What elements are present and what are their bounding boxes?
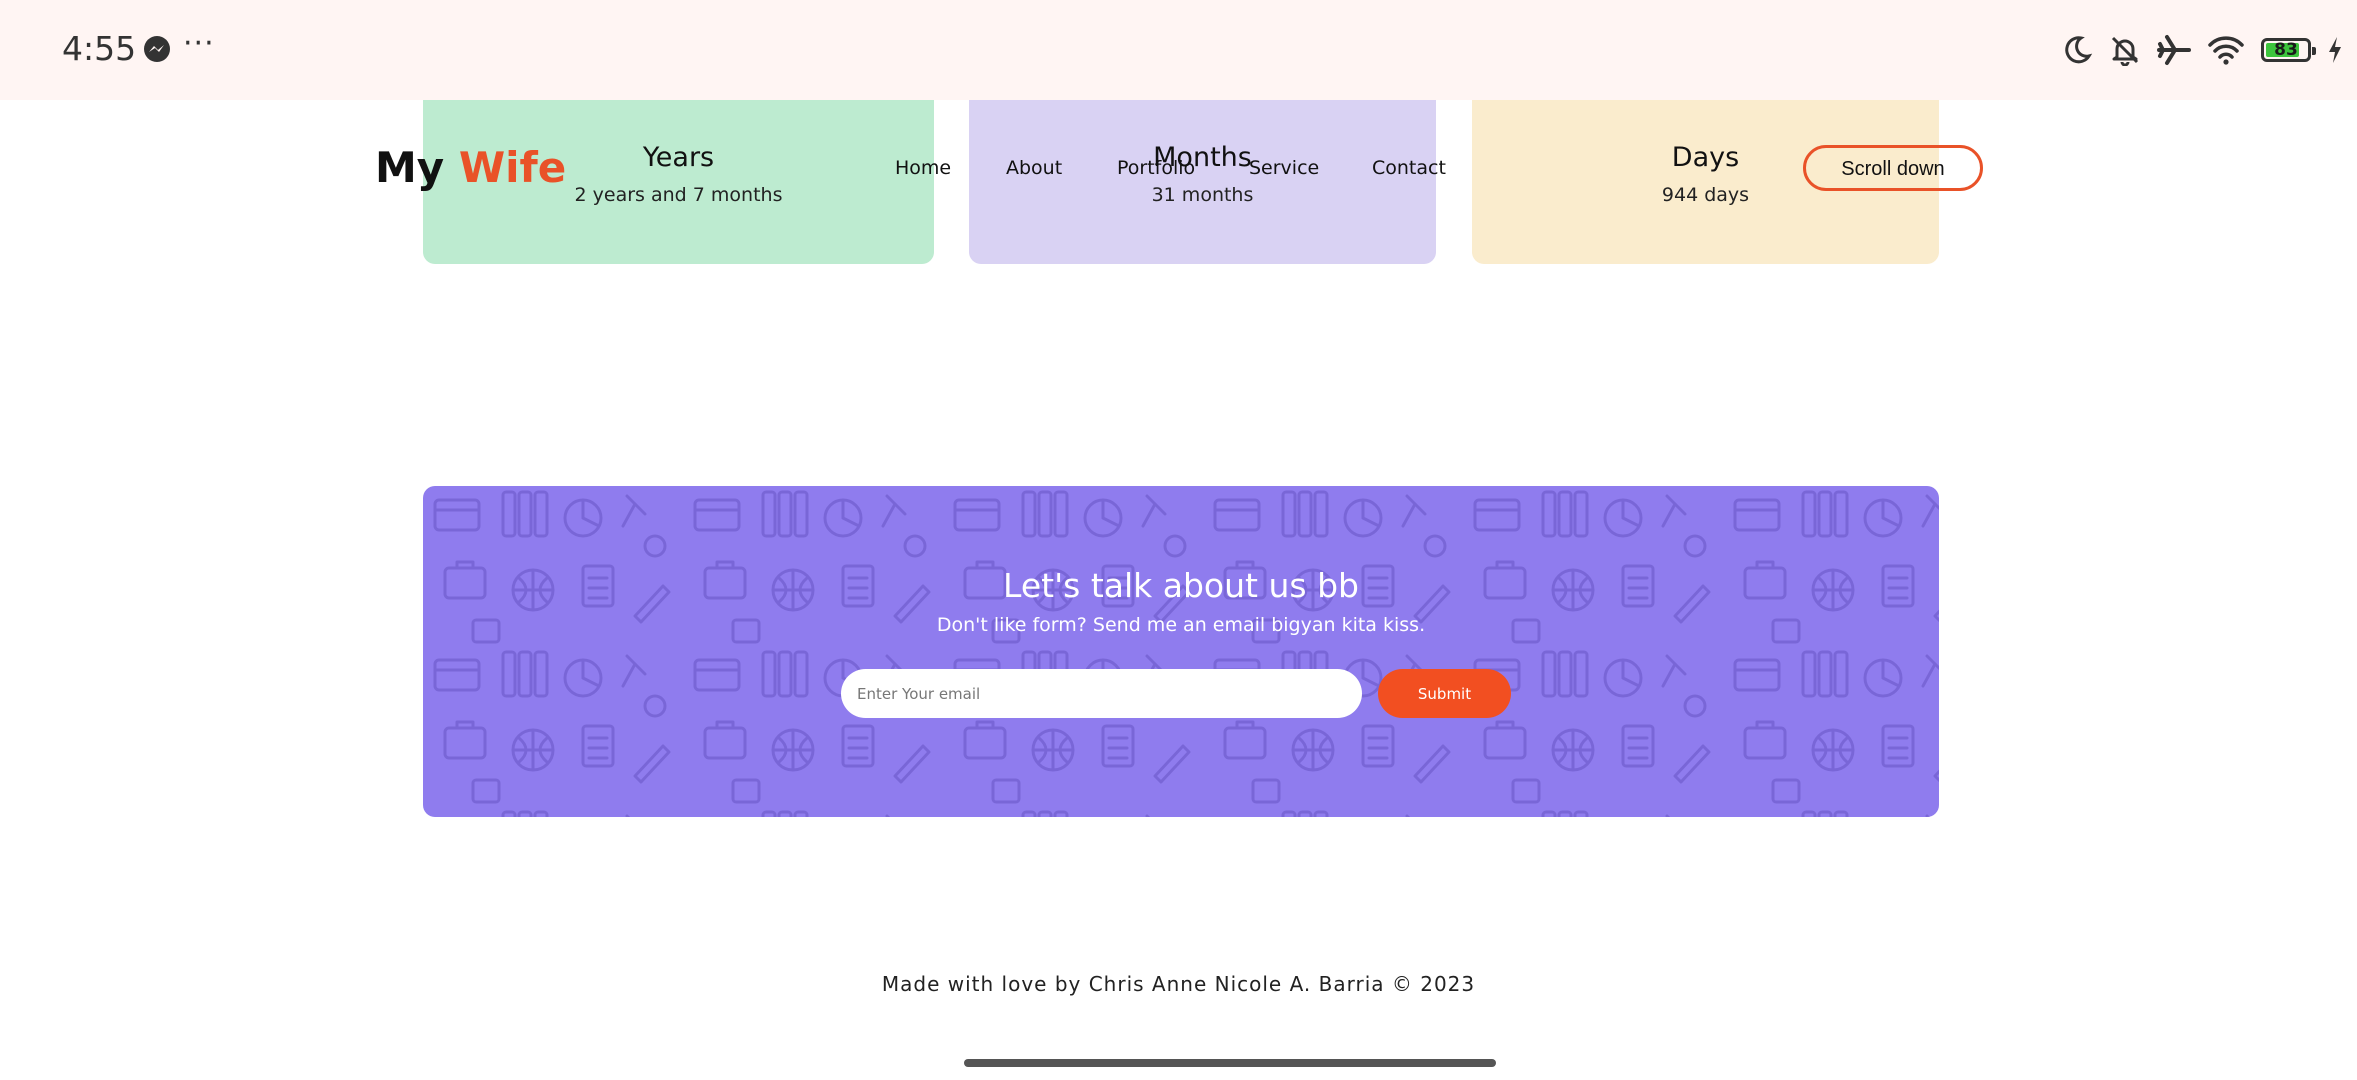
submit-button[interactable]: Submit <box>1378 669 1511 718</box>
stat-value: 31 months <box>1151 184 1254 206</box>
bell-off-icon <box>2111 36 2139 66</box>
status-time: 4:55 <box>62 29 137 68</box>
footer-credit: Made with love by Chris Anne Nicole A. B… <box>881 972 1476 996</box>
contact-subtitle: Don't like form? Send me an email bigyan… <box>936 614 1426 636</box>
logo-accent: Wife <box>458 143 567 192</box>
battery-icon: 83 <box>2261 38 2316 62</box>
scroll-down-button[interactable]: Scroll down <box>1803 145 1983 191</box>
status-bar: 4:55 ··· 83 <box>0 0 2357 100</box>
stat-card-months: Months 31 months <box>969 100 1436 264</box>
nav-service[interactable]: Service <box>1249 157 1319 179</box>
moon-icon <box>2065 36 2093 64</box>
wifi-icon <box>2208 36 2244 65</box>
charging-icon <box>2329 37 2341 63</box>
messenger-icon <box>144 36 170 62</box>
banner-pattern <box>423 486 1939 817</box>
nav-portfolio[interactable]: Portfolio <box>1117 157 1195 179</box>
nav-home[interactable]: Home <box>895 157 951 179</box>
email-input[interactable] <box>841 669 1362 718</box>
logo-text: My <box>375 143 445 192</box>
status-icons: 83 <box>2061 30 2343 70</box>
contact-title: Let's talk about us bb <box>1003 566 1359 605</box>
airplane-icon <box>2157 35 2191 65</box>
nav-contact[interactable]: Contact <box>1372 157 1446 179</box>
battery-level: 83 <box>2274 40 2298 60</box>
nav-about[interactable]: About <box>1006 157 1062 179</box>
site-logo[interactable]: My Wife <box>375 143 566 192</box>
contact-banner: Let's talk about us bb Don't like form? … <box>423 486 1939 817</box>
status-overflow: ··· <box>183 26 215 61</box>
home-indicator[interactable] <box>964 1059 1496 1067</box>
